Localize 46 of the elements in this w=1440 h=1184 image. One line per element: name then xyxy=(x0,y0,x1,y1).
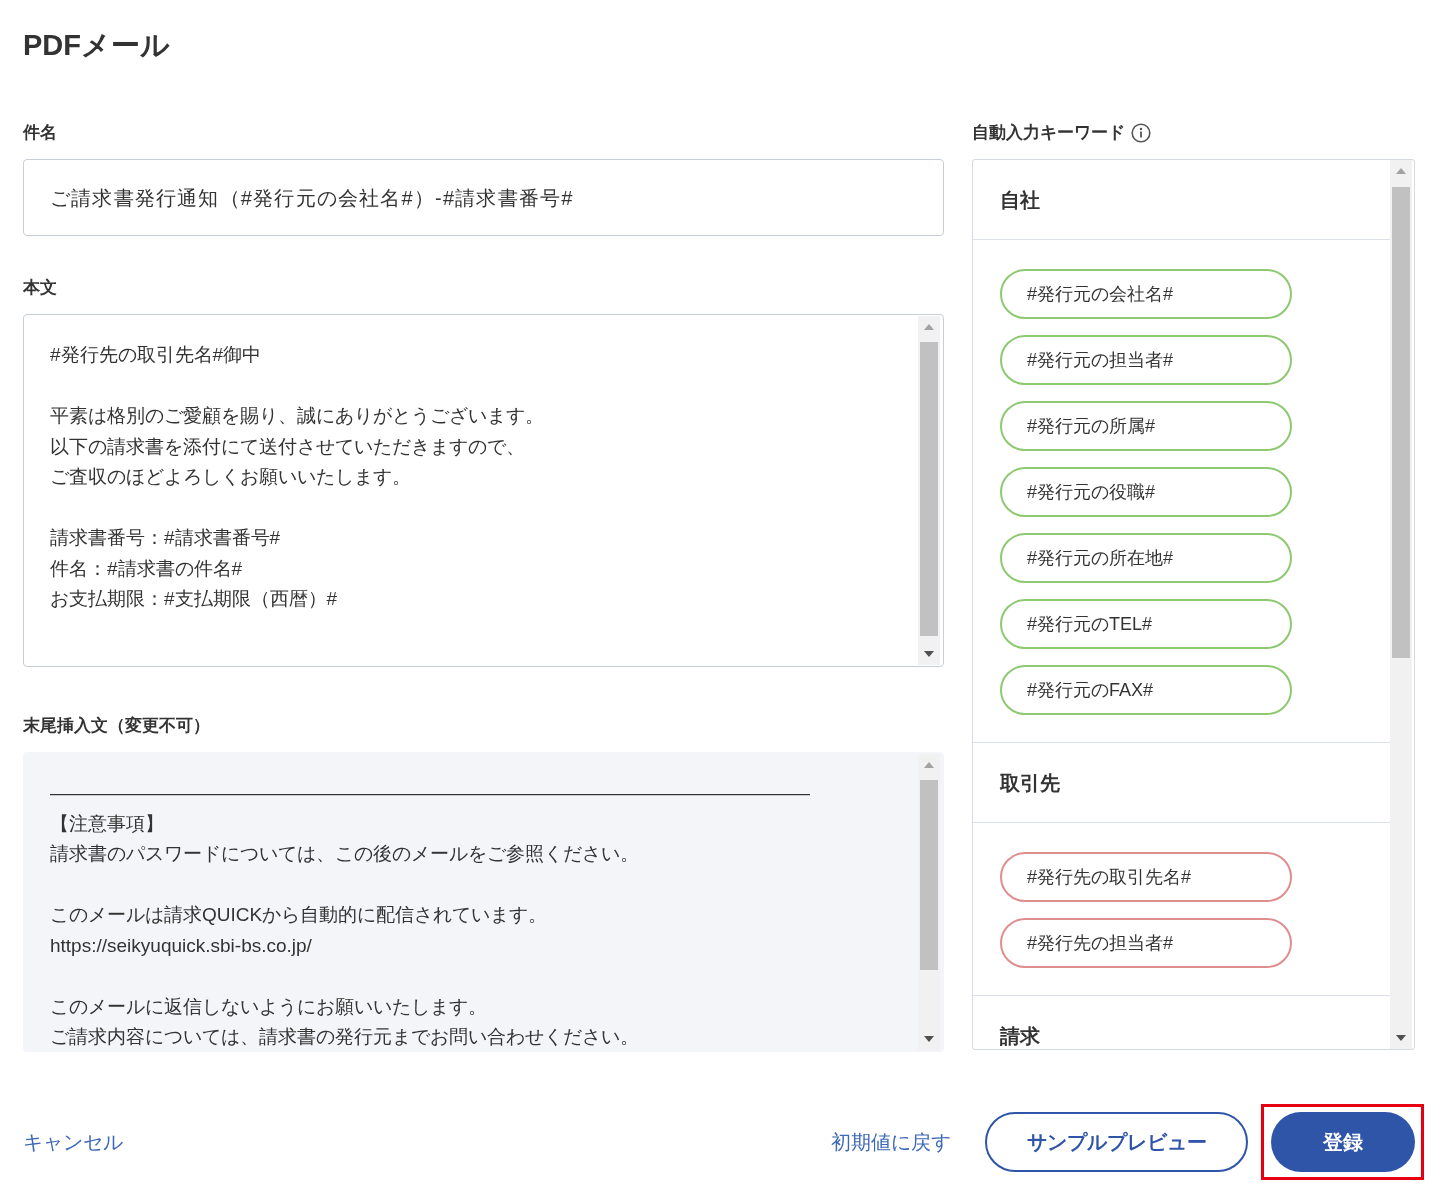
scrollbar-thumb[interactable] xyxy=(1392,187,1410,658)
scrollbar[interactable] xyxy=(1390,160,1412,1049)
text-line: ご査収のほどよろしくお願いいたします。 xyxy=(50,465,411,489)
keyword-chip[interactable]: #発行元の所属# xyxy=(1000,401,1292,451)
caret-up-icon[interactable] xyxy=(924,324,934,330)
field-label: 件名 xyxy=(23,123,57,143)
reset-link[interactable]: 初期値に戻す xyxy=(831,1127,951,1157)
keyword-chip[interactable]: #発行元のFAX# xyxy=(1000,665,1292,715)
subject-field[interactable]: ご請求書発行通知（#発行元の会社名#）-#請求書番号# xyxy=(23,159,944,236)
register-button[interactable]: 登録 xyxy=(1271,1112,1415,1172)
field-label: 本文 xyxy=(23,278,58,298)
text-line: 平素は格別のご愛顧を賜り、誠にありがとうございます。 xyxy=(50,404,544,428)
field-label: 末尾挿入文（変更不可） xyxy=(23,716,211,736)
text-line: お支払期限：#支払期限（西暦）# xyxy=(50,587,338,611)
scrollbar[interactable] xyxy=(918,316,940,665)
group-heading: 自社 xyxy=(1000,187,1040,212)
keyword-chip[interactable]: #発行元の担当者# xyxy=(1000,335,1292,385)
keyword-chip[interactable]: #発行元の会社名# xyxy=(1000,269,1292,319)
caret-up-icon[interactable] xyxy=(1396,168,1406,174)
text-line: 件名：#請求書の件名# xyxy=(50,556,243,581)
text-line: 以下の請求書を添付にて送付させていただきますので、 xyxy=(50,434,525,459)
text-line: このメールは請求QUICKから自動的に配信されています。 xyxy=(50,903,548,927)
group-heading: 取引先 xyxy=(1000,770,1060,795)
keyword-chip[interactable]: #発行先の取引先名# xyxy=(1000,852,1292,902)
text-line: ご請求内容については、請求書の発行元までお問い合わせください。 xyxy=(50,1025,639,1049)
keyword-chip[interactable]: #発行元のTEL# xyxy=(1000,599,1292,649)
preview-button[interactable]: サンプルプレビュー xyxy=(985,1112,1248,1172)
scrollbar-thumb[interactable] xyxy=(920,342,938,636)
text-line: #発行先の取引先名#御中 xyxy=(50,343,262,367)
keyword-chip[interactable]: #発行元の役職# xyxy=(1000,467,1292,517)
text-line: このメールに返信しないようにお願いいたします。 xyxy=(50,994,487,1019)
caret-down-icon[interactable] xyxy=(924,651,934,657)
info-icon[interactable] xyxy=(1131,123,1151,143)
text-line: ―――――――――――――――――――――――――――――――――――――――― xyxy=(50,781,810,805)
text-line: https://seikyuquick.sbi-bs.co.jp/ xyxy=(50,933,312,958)
text-line: 請求書番号：#請求書番号# xyxy=(50,526,281,550)
keyword-chip[interactable]: #発行元の所在地# xyxy=(1000,533,1292,583)
text-line: 請求書のパスワードについては、この後のメールをご参照ください。 xyxy=(50,842,639,866)
caret-down-icon[interactable] xyxy=(1396,1035,1406,1041)
group-heading: 請求 xyxy=(1000,1023,1040,1048)
text-line: 【注意事項】 xyxy=(50,811,164,836)
section-label: 自動入力キーワード xyxy=(972,123,1125,143)
body-field[interactable]: #発行先の取引先名#御中 平素は格別のご愛顧を賜り、誠にありがとうございます。 以下の請求書を添付にて送付させていただきますので、 ご査収のほどよろしくお願いいたします。 請求書番号：#請求書番号# 件名：#請求書の件名# お支払期限：#支払期限（西暦）# xyxy=(23,314,944,667)
page-title: PDFメール xyxy=(23,28,170,63)
keyword-chip[interactable]: #発行先の担当者# xyxy=(1000,918,1292,968)
cancel-link[interactable]: キャンセル xyxy=(23,1127,123,1157)
